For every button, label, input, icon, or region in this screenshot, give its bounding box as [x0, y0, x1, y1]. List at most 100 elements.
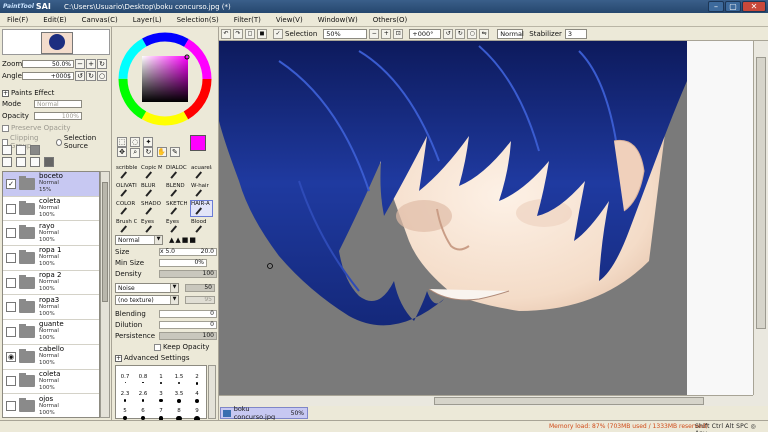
brush-size-preset[interactable]: 3.5: [170, 391, 188, 397]
layer-scrollbar[interactable]: [100, 171, 110, 418]
close-button[interactable]: ✕: [742, 1, 766, 12]
brush-size-preset[interactable]: 3: [152, 391, 170, 397]
rotate-left-button[interactable]: ↺: [75, 71, 85, 81]
canvas[interactable]: [219, 41, 687, 395]
layer-item[interactable]: rayo Normal 100%: [3, 221, 99, 247]
zoom-out-button[interactable]: −: [75, 59, 85, 69]
eye-icon[interactable]: [6, 277, 16, 288]
lasso-tool-icon[interactable]: ◌: [130, 137, 141, 147]
horizontal-scrollbar[interactable]: [219, 395, 753, 406]
menu-file[interactable]: File(F): [0, 16, 36, 24]
brush-slot[interactable]: OLIVATI: [115, 182, 138, 199]
zoom-minus-icon[interactable]: −: [369, 28, 380, 39]
rotate-right-button[interactable]: ↻: [86, 71, 96, 81]
brush-size-preset[interactable]: 0.7: [116, 374, 134, 380]
brush-shape-icons[interactable]: ▲▲■■: [169, 236, 197, 244]
texture-select[interactable]: (no texture) ▼: [115, 295, 179, 305]
layer-item[interactable]: coleta Normal 100%: [3, 197, 99, 222]
brush-slot[interactable]: HAIR-A: [190, 200, 213, 217]
menu-others[interactable]: Others(O): [366, 16, 416, 24]
zoom-tool-icon[interactable]: ⌕: [130, 147, 141, 158]
persistence-value[interactable]: 100: [159, 332, 217, 340]
eye-icon[interactable]: [6, 252, 16, 263]
magic-wand-icon[interactable]: ✦: [143, 137, 154, 147]
eye-icon[interactable]: [6, 302, 16, 313]
angle-select[interactable]: +000°: [409, 28, 442, 39]
maximize-button[interactable]: ▢: [725, 1, 741, 12]
redo-icon[interactable]: ↷: [233, 28, 243, 39]
deselect-icon[interactable]: ◻: [245, 28, 255, 39]
brush-slot[interactable]: COLOR: [115, 200, 138, 217]
selection-checkbox[interactable]: ✓: [273, 28, 283, 39]
brush-slot[interactable]: acuarela: [190, 164, 213, 181]
zoom-select[interactable]: 50%: [323, 28, 368, 39]
brush-slot[interactable]: Brush Cl: [115, 218, 138, 235]
brush-slot[interactable]: Copic M: [140, 164, 163, 181]
rotate-zero-icon[interactable]: ○: [467, 28, 478, 39]
marquee-tool-icon[interactable]: ⬚: [117, 137, 127, 147]
preserve-opacity-checkbox[interactable]: [2, 124, 9, 132]
size-slider[interactable]: x 5.0 20.0: [159, 248, 217, 256]
zoom-fit-icon[interactable]: ⊡: [393, 28, 404, 39]
brush-size-preset[interactable]: 5: [116, 408, 134, 414]
eye-icon[interactable]: [6, 376, 16, 387]
menu-selection[interactable]: Selection(S): [170, 16, 227, 24]
new-layer-icon[interactable]: [2, 145, 12, 155]
minimize-button[interactable]: –: [708, 1, 724, 12]
brush-size-preset[interactable]: 7: [152, 408, 170, 414]
menu-canvas[interactable]: Canvas(C): [75, 16, 126, 24]
advanced-settings-header[interactable]: + Advanced Settings: [115, 354, 217, 362]
brush-slot[interactable]: BLUR: [140, 182, 163, 199]
brush-slot[interactable]: Eyes: [165, 218, 188, 235]
mode-select[interactable]: Normal: [34, 100, 82, 108]
new-folder-icon[interactable]: [30, 145, 40, 155]
brush-mode-select[interactable]: Normal ▼: [115, 235, 163, 245]
menu-edit[interactable]: Edit(E): [36, 16, 74, 24]
brush-size-preset[interactable]: 2.3: [116, 391, 134, 397]
document-tab[interactable]: boku concurso.jpg 50%: [220, 405, 308, 421]
brush-size-preset[interactable]: 1: [152, 374, 170, 380]
selection-source-radio[interactable]: [55, 138, 62, 146]
invert-selection-icon[interactable]: ◼: [257, 28, 267, 39]
brush-size-preset[interactable]: 4: [188, 391, 206, 397]
brush-slot[interactable]: SHADO: [140, 200, 163, 217]
new-linework-icon[interactable]: [16, 145, 26, 155]
min-size-value[interactable]: 0%: [159, 259, 207, 267]
menu-filter[interactable]: Filter(T): [227, 16, 269, 24]
navigator-preview[interactable]: [2, 29, 110, 55]
preserve-opacity-row[interactable]: Preserve Opacity: [2, 124, 71, 132]
opacity-value[interactable]: 100%: [34, 112, 82, 120]
layer-item[interactable]: coleta Normal 100%: [3, 370, 99, 395]
brush-size-preset[interactable]: 2: [188, 374, 206, 380]
merge-down-icon[interactable]: [16, 157, 26, 167]
layer-item[interactable]: ✓ boceto Normal 15%: [3, 172, 99, 197]
transfer-down-icon[interactable]: [2, 157, 12, 167]
eye-icon[interactable]: ◉: [6, 351, 16, 362]
zoom-value[interactable]: 50.0%: [22, 60, 74, 68]
layer-item[interactable]: ropa 1 Normal 100%: [3, 246, 99, 271]
brush-slot[interactable]: BLEND: [165, 182, 188, 199]
brush-slot[interactable]: Eyes: [140, 218, 163, 235]
brush-slot[interactable]: DIALOC: [165, 164, 188, 181]
menu-view[interactable]: View(V): [269, 16, 311, 24]
layer-item[interactable]: guante Normal 100%: [3, 320, 99, 345]
hand-tool-icon[interactable]: ✋: [156, 147, 167, 157]
rotate-reset-button[interactable]: ○: [97, 71, 107, 81]
rotate-cw-icon[interactable]: ↻: [455, 28, 466, 39]
keep-opacity-checkbox[interactable]: [154, 343, 161, 351]
zoom-plus-icon[interactable]: +: [381, 28, 392, 39]
size-presets-scrollbar[interactable]: [208, 365, 216, 419]
vertical-scrollbar[interactable]: [753, 41, 768, 395]
brush-size-preset[interactable]: 8: [170, 408, 188, 414]
menu-layer[interactable]: Layer(L): [126, 16, 170, 24]
brush-size-preset[interactable]: 2.6: [134, 391, 152, 397]
brush-size-preset[interactable]: 1.5: [170, 374, 188, 380]
rotate-ccw-icon[interactable]: ↺: [443, 28, 454, 39]
brush-size-preset[interactable]: 0.8: [134, 374, 152, 380]
angle-value[interactable]: +000$: [22, 72, 74, 80]
eye-icon[interactable]: [6, 326, 16, 337]
layer-item[interactable]: ojos Normal 100%: [3, 394, 99, 417]
texture-strength[interactable]: 95: [185, 296, 215, 304]
trash-icon[interactable]: [44, 157, 54, 167]
eye-icon[interactable]: [6, 228, 16, 239]
